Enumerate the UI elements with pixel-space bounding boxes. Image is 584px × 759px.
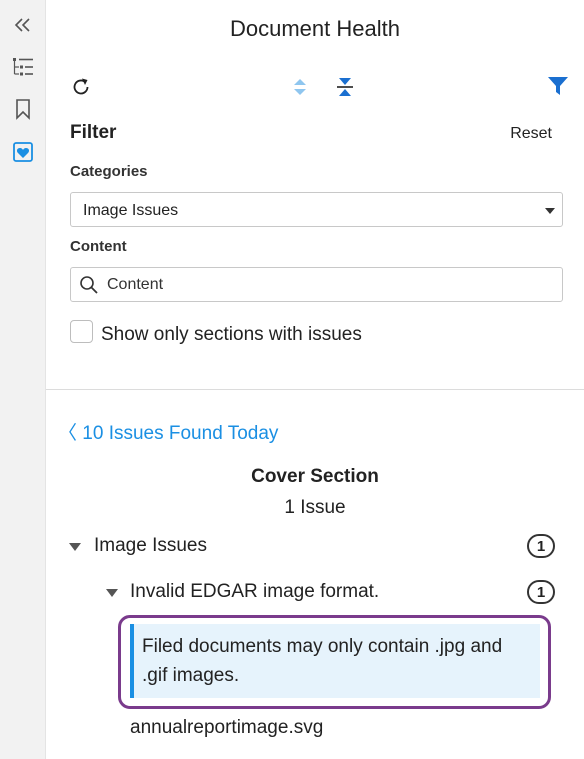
categories-select[interactable]: Image Issues <box>70 192 563 227</box>
bookmark-icon[interactable] <box>8 94 38 124</box>
filter-heading: Filter <box>70 122 117 143</box>
document-health-panel: Document Health Filter Reset Categories … <box>46 0 584 759</box>
category-label[interactable]: Image Issues <box>94 535 207 557</box>
dropdown-caret-icon <box>545 208 555 214</box>
sections-with-issues-checkbox[interactable] <box>70 320 93 343</box>
search-icon <box>79 275 99 300</box>
collapse-icon[interactable] <box>8 10 38 40</box>
content-search-placeholder: Content <box>107 276 164 293</box>
outline-icon[interactable] <box>8 52 38 82</box>
issue-expand-icon[interactable] <box>106 589 118 597</box>
divider <box>46 389 584 390</box>
section-title: Cover Section <box>251 466 379 487</box>
content-search-input[interactable]: Content <box>70 267 563 302</box>
sections-with-issues-label[interactable]: Show only sections with issues <box>101 324 362 346</box>
highlight-outline <box>118 615 551 709</box>
refresh-icon[interactable] <box>66 72 96 102</box>
expand-all-icon[interactable] <box>285 72 315 102</box>
filter-icon[interactable] <box>543 71 573 101</box>
panel-title: Document Health <box>230 16 400 41</box>
affected-file-name[interactable]: annualreportimage.svg <box>130 717 323 739</box>
issue-count-badge: 1 <box>527 580 555 604</box>
section-issue-count: 1 Issue <box>284 497 346 518</box>
issues-found-link[interactable]: 〈 10 Issues Found Today <box>58 418 278 445</box>
categories-label: Categories <box>70 163 148 180</box>
content-label: Content <box>70 238 127 255</box>
icon-rail <box>0 0 46 759</box>
category-count-badge: 1 <box>527 534 555 558</box>
categories-select-value: Image Issues <box>83 202 179 219</box>
collapse-all-icon[interactable] <box>330 72 360 102</box>
document-health-icon[interactable] <box>8 137 38 167</box>
category-expand-icon[interactable] <box>69 543 81 551</box>
reset-button[interactable]: Reset <box>510 125 552 143</box>
issue-label[interactable]: Invalid EDGAR image format. <box>130 581 379 603</box>
